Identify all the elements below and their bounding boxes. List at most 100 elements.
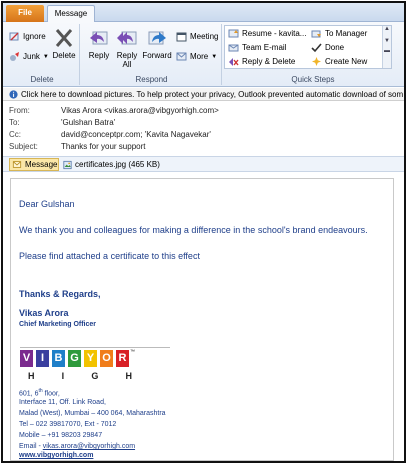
body-paragraph-2: Please find attached a certificate to th… — [19, 251, 200, 261]
logo-subtitle: H I G H — [28, 371, 132, 381]
tab-file[interactable]: File — [6, 5, 44, 22]
logo-sub-letter: H — [28, 371, 35, 381]
quickstep-team-email[interactable]: Team E-mail — [228, 41, 286, 54]
reply-all-label-2: All — [122, 60, 132, 69]
message-header: From: Vikas Arora <vikas.arora@vibgyorhi… — [3, 102, 404, 155]
ribbon-tab-strip: File Message — [3, 3, 404, 23]
quickstep-to-manager[interactable]: To Manager — [311, 27, 367, 40]
cc-row: Cc: david@conceptpr.com; 'Kavita Nagavek… — [9, 130, 211, 141]
mobile-line: Mobile – +91 98203 29847 — [19, 432, 103, 439]
phone-line: Tel – 022 39817070, Ext - 7012 — [19, 421, 117, 428]
subject-row: Subject: Thanks for your support — [9, 142, 145, 153]
website-link[interactable]: www.vibgyorhigh.com — [19, 452, 93, 459]
expand-icon[interactable]: ▬ — [383, 48, 391, 54]
quickstep-label: Resume - kavita... — [242, 29, 307, 38]
from-value[interactable]: Vikas Arora <vikas.arora@vibgyorhigh.com… — [61, 106, 219, 117]
from-row: From: Vikas Arora <vikas.arora@vibgyorhi… — [9, 106, 219, 117]
quickstep-label: To Manager — [325, 29, 368, 38]
address-line-1-b: floor, — [42, 390, 60, 398]
from-label: From: — [9, 106, 30, 115]
attachments-bar: Message certificates.jpg (465 KB) — [3, 156, 404, 172]
logo-sub-letter: H — [125, 371, 133, 381]
attachment-icon — [63, 160, 72, 169]
reply-button[interactable]: Reply — [86, 27, 112, 60]
logo-divider — [20, 347, 170, 348]
quickstep-label: Done — [325, 43, 345, 52]
quick-steps-scroll[interactable]: ▲ ▼ ▬ — [382, 26, 391, 68]
ignore-button[interactable]: Ignore — [9, 30, 46, 43]
forward-label: Forward — [142, 51, 172, 60]
quick-steps-gallery: Resume - kavita... Team E-mail Reply & D… — [224, 25, 392, 69]
logo-sub-letter: I — [61, 371, 65, 381]
create-new-icon — [312, 57, 321, 66]
address-line-1: 601, 6th floor, — [19, 388, 60, 397]
attachment-filename: certificates.jpg (465 KB) — [75, 160, 160, 169]
picture-download-infobar[interactable]: Click here to download pictures. To help… — [3, 88, 404, 101]
cc-value[interactable]: david@conceptpr.com; 'Kavita Nagavekar' — [61, 130, 211, 141]
quickstep-done[interactable]: Done — [311, 41, 344, 54]
chevron-down-icon: ▼ — [211, 53, 218, 60]
outlook-message-window: File Message Ignore Junk ▼ Delete Delete — [1, 1, 406, 463]
reply-delete-icon — [229, 58, 239, 66]
quickstep-create-new[interactable]: Create New — [311, 55, 367, 68]
logo-letter: R — [116, 350, 129, 367]
meeting-label: Meeting — [190, 32, 219, 41]
message-attachment-tab[interactable]: Message — [9, 158, 59, 171]
signature-title: Chief Marketing Officer — [19, 321, 97, 328]
meeting-button[interactable]: Meeting — [176, 30, 218, 43]
logo-sub-letter: G — [91, 371, 99, 381]
infobar-text: Click here to download pictures. To help… — [21, 89, 404, 99]
meeting-icon — [176, 32, 187, 42]
logo-letter: V — [20, 350, 33, 367]
ignore-label: Ignore — [23, 32, 46, 41]
forward-button[interactable]: Forward — [142, 27, 172, 60]
email-link[interactable]: vikas.arora@vibgyorhigh.com — [43, 443, 135, 450]
signature-name: Vikas Arora — [19, 308, 69, 318]
to-row: To: 'Gulshan Batra' — [9, 118, 115, 129]
chevron-down-icon: ▼ — [42, 53, 49, 60]
info-icon — [9, 89, 18, 99]
delete-group-label: Delete — [30, 75, 54, 84]
to-label: To: — [9, 118, 20, 127]
attachment-file[interactable]: certificates.jpg (465 KB) — [63, 158, 160, 171]
cc-label: Cc: — [9, 130, 21, 139]
ignore-icon — [9, 32, 19, 41]
logo-letter: G — [68, 350, 81, 367]
delete-button[interactable]: Delete — [51, 27, 77, 60]
delete-group: Ignore Junk ▼ Delete Delete — [5, 24, 80, 85]
quick-steps-label: Quick Steps — [291, 75, 335, 84]
closing: Thanks & Regards, — [19, 289, 101, 299]
respond-group-label: Respond — [135, 75, 168, 84]
quickstep-label: Reply & Delete — [242, 57, 296, 66]
reply-all-label-1: Reply — [116, 51, 138, 60]
tab-message[interactable]: Message — [47, 5, 95, 23]
scroll-up-icon[interactable]: ▲ — [383, 26, 391, 32]
quickstep-resume[interactable]: Resume - kavita... — [228, 27, 306, 40]
message-body: Dear Gulshan We thank you and colleagues… — [10, 178, 394, 461]
quickstep-reply-delete[interactable]: Reply & Delete — [228, 55, 295, 68]
logo-letter: O — [100, 350, 113, 367]
logo-letter: B — [52, 350, 65, 367]
reply-all-icon — [117, 31, 137, 45]
address-line-2: Interface 11, Off. Link Road, — [19, 399, 106, 406]
logo-letter: Y — [84, 350, 97, 367]
reply-icon — [90, 31, 108, 45]
email-label: Email - — [19, 443, 43, 450]
junk-button[interactable]: Junk ▼ — [9, 50, 49, 63]
scroll-down-icon[interactable]: ▼ — [383, 38, 391, 44]
done-icon — [311, 43, 322, 53]
manager-icon — [311, 30, 321, 38]
quickstep-icon — [228, 29, 239, 38]
body-paragraph-1: We thank you and colleagues for making a… — [19, 225, 368, 235]
to-value[interactable]: 'Gulshan Batra' — [61, 118, 115, 129]
junk-label: Junk — [23, 52, 40, 61]
greeting: Dear Gulshan — [19, 199, 75, 209]
vibgyor-logo: V I B G Y O R ™ H I G H — [20, 347, 170, 389]
forward-icon — [148, 31, 166, 45]
subject-label: Subject: — [9, 142, 38, 151]
reply-all-button[interactable]: Reply All — [114, 27, 140, 69]
respond-group: Reply Reply All Forward Meeting More ▼ R… — [82, 24, 222, 85]
reply-label: Reply — [88, 51, 110, 60]
more-button[interactable]: More ▼ — [176, 50, 217, 63]
delete-label: Delete — [52, 51, 76, 60]
